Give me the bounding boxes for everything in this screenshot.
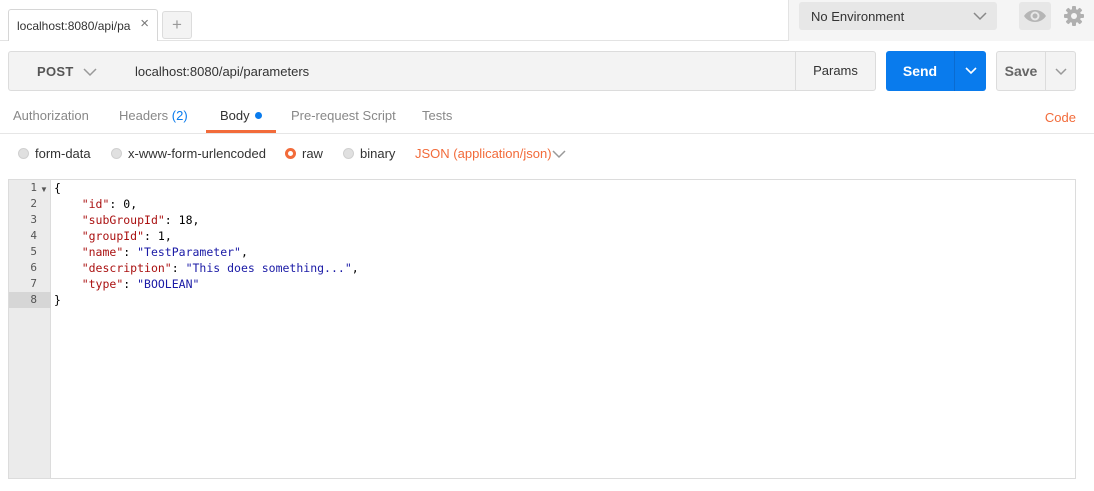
chevron-down-icon (83, 68, 97, 77)
method-label: POST (37, 64, 74, 79)
radio-button[interactable] (111, 148, 122, 159)
close-icon[interactable]: × (140, 16, 149, 32)
radio-button-checked[interactable] (285, 148, 296, 159)
line-number: 8 (30, 293, 37, 306)
settings-button[interactable] (1061, 2, 1087, 30)
environment-label: No Environment (811, 9, 905, 24)
body-type-selector: form-data x-www-form-urlencoded raw bina… (0, 142, 1094, 166)
chevron-down-icon (1055, 68, 1067, 76)
code-line: { (54, 181, 61, 195)
tab-headers-label: Headers (119, 108, 169, 123)
tab-body-label: Body (220, 108, 250, 123)
params-button[interactable]: Params (795, 51, 876, 91)
line-number: 4 (30, 229, 37, 242)
radio-label: binary (360, 146, 396, 161)
radio-label: form-data (35, 146, 91, 161)
quick-look-button[interactable] (1019, 2, 1051, 30)
tab-pre-request-script[interactable]: Pre-request Script (291, 108, 396, 123)
radio-urlencoded[interactable]: x-www-form-urlencoded (111, 146, 266, 161)
save-button[interactable]: Save (996, 51, 1046, 91)
line-number: 2 (30, 197, 37, 210)
radio-form-data[interactable]: form-data (18, 146, 91, 161)
top-bar: localhost:8080/api/pa × + No Environment (0, 0, 1094, 41)
code-line: "subGroupId": 18, (81, 213, 200, 227)
line-number: 1 (30, 181, 37, 194)
chevron-down-icon[interactable] (552, 148, 566, 160)
line-number: 3 (30, 213, 37, 226)
chevron-down-icon (973, 12, 987, 21)
radio-button[interactable] (18, 148, 29, 159)
gear-icon (1064, 6, 1084, 26)
code-line: "groupId": 1, (81, 229, 172, 243)
headers-count-badge: (2) (171, 108, 188, 123)
environment-bar: No Environment (788, 0, 1094, 41)
code-line: "type": "BOOLEAN" (81, 277, 200, 291)
method-select[interactable]: POST (8, 51, 124, 91)
radio-button[interactable] (343, 148, 354, 159)
save-options-button[interactable] (1045, 51, 1076, 91)
radio-binary[interactable]: binary (343, 146, 395, 161)
send-options-button[interactable] (954, 51, 986, 91)
new-tab-button[interactable]: + (162, 11, 192, 39)
line-number: 6 (30, 261, 37, 274)
environment-select[interactable]: No Environment (799, 2, 997, 30)
line-number: 7 (30, 277, 37, 290)
tab-body[interactable]: Body (220, 108, 262, 123)
tab-tests[interactable]: Tests (422, 108, 452, 123)
request-tab[interactable]: localhost:8080/api/pa × (8, 9, 158, 41)
line-number: 5 (30, 245, 37, 258)
code-line: "name": "TestParameter", (81, 245, 248, 259)
chevron-down-icon (965, 67, 977, 75)
send-button[interactable]: Send (886, 51, 954, 91)
radio-raw[interactable]: raw (285, 146, 323, 161)
tab-headers[interactable]: Headers (2) (119, 108, 188, 123)
request-tab-label: localhost:8080/api/pa (17, 19, 131, 33)
tab-authorization[interactable]: Authorization (13, 108, 89, 123)
code-line: "description": "This does something...", (81, 261, 359, 275)
line-number-gutter: 1 ▼ 2 3 4 5 6 7 8 (9, 180, 51, 478)
content-type-select[interactable]: JSON (application/json) (415, 146, 552, 161)
code-link[interactable]: Code (1045, 110, 1076, 125)
eye-icon (1024, 10, 1046, 22)
code-line: "id": 0, (81, 197, 138, 211)
code-line: } (54, 293, 61, 307)
active-tab-indicator (206, 130, 276, 133)
url-input[interactable] (123, 51, 796, 91)
body-editor[interactable]: 1 ▼ 2 3 4 5 6 7 8 { "id": 0, "subGroupId… (8, 179, 1076, 479)
radio-label: x-www-form-urlencoded (128, 146, 266, 161)
fold-arrow-icon[interactable]: ▼ (40, 185, 48, 194)
radio-label: raw (302, 146, 323, 161)
body-indicator-dot (254, 112, 262, 119)
request-tabs: Authorization Headers (2) Body Pre-reque… (0, 98, 1094, 134)
